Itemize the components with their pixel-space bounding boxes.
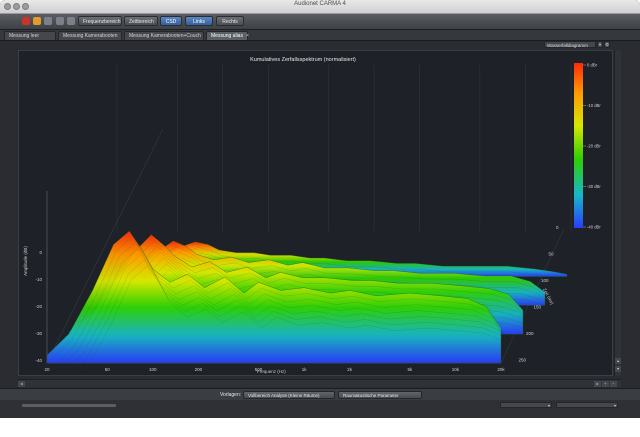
time-tick-label: 250 bbox=[519, 358, 527, 363]
record-icon[interactable] bbox=[22, 17, 30, 25]
title-bar: Audionet CARMA 4 bbox=[0, 0, 640, 14]
y-tick-label: -30 bbox=[35, 331, 42, 336]
scroll-up-icon[interactable]: ▴ bbox=[615, 358, 621, 364]
tab-messung-alias[interactable]: Messung alias × bbox=[206, 31, 249, 40]
y-tick-label: -40 bbox=[35, 358, 42, 363]
close-tab-icon[interactable]: × bbox=[246, 33, 249, 39]
time-tick-label: 0 bbox=[556, 225, 559, 230]
tab-messung-kamerabooten[interactable]: Messung Kamerabooten bbox=[58, 31, 122, 40]
time-tick-label: 100 bbox=[541, 278, 549, 283]
colorbar-tick-label: 0 dBr bbox=[587, 63, 598, 68]
tab-rechts[interactable]: Rechts bbox=[216, 16, 244, 26]
zoom-out-icon[interactable]: − bbox=[610, 381, 617, 387]
toolbar: Frequenzbereich Zeitbereich CSD Links Re… bbox=[0, 14, 640, 30]
app-window: Audionet CARMA 4 Frequenzbereich Zeitber… bbox=[0, 0, 640, 418]
x-tick-label: 20k bbox=[497, 367, 505, 372]
tab-messung-leer[interactable]: Messung leer bbox=[4, 31, 56, 40]
time-tick-label: 50 bbox=[549, 252, 555, 257]
redo-icon[interactable] bbox=[44, 17, 52, 25]
status-select-1[interactable]: ▾ bbox=[500, 402, 552, 408]
waterfall-slice bbox=[46, 230, 502, 364]
tab-messung-kamerabooten-couch[interactable]: Messung Kamerabooten+Couch bbox=[124, 31, 204, 40]
zoom-in-icon[interactable]: + bbox=[602, 381, 609, 387]
chart-title: Kumulatives Zerfallsspektrum (normalisie… bbox=[250, 57, 356, 63]
x-tick-label: 100 bbox=[149, 367, 157, 372]
y-axis-ticks: 0 -10 -20 -30 -40 bbox=[35, 250, 42, 363]
window-title: Audionet CARMA 4 bbox=[294, 1, 346, 7]
x-tick-label: 200 bbox=[195, 367, 203, 372]
x-tick-label: 5k bbox=[408, 367, 414, 372]
progress-track bbox=[22, 404, 116, 407]
status-bar: ▾ ▾ bbox=[0, 400, 640, 418]
x-tick-label: 10k bbox=[452, 367, 460, 372]
tab-zeitbereich[interactable]: Zeitbereich bbox=[124, 16, 158, 26]
colorbar-tick-label: -10 dBr bbox=[587, 103, 601, 108]
help-icon[interactable] bbox=[67, 17, 75, 25]
tab-frequenzbereich[interactable]: Frequenzbereich bbox=[78, 16, 122, 26]
colorbar-tick-label: -20 dBr bbox=[587, 144, 601, 149]
status-select-2[interactable]: ▾ bbox=[556, 402, 618, 408]
x-tick-label: 2k bbox=[347, 367, 353, 372]
colorbar-tick-label: -40 dBr bbox=[587, 225, 601, 230]
y-axis-label: Amplitude (dB) bbox=[23, 246, 28, 276]
x-tick-label: 20 bbox=[44, 367, 50, 372]
scroll-left-icon[interactable]: ◂ bbox=[18, 381, 25, 387]
tab-csd[interactable]: CSD bbox=[160, 16, 182, 26]
template-select-parameters[interactable]: Raumakustische Parameter (Tabelle) bbox=[338, 391, 422, 406]
gear-icon[interactable]: ⚙ bbox=[604, 41, 610, 48]
plot-area[interactable]: Kumulatives Zerfallsspektrum (normalisie… bbox=[18, 50, 613, 376]
colorbar-tick-label: -30 dBr bbox=[587, 184, 601, 189]
x-axis-label: Frequenz (Hz) bbox=[257, 369, 286, 374]
y-tick-label: 0 bbox=[39, 250, 42, 255]
x-tick-label: 1k bbox=[302, 367, 308, 372]
undo-icon[interactable] bbox=[33, 17, 41, 25]
x-tick-label: 50 bbox=[105, 367, 111, 372]
view-type-select[interactable]: Wasserfalldiagramm bbox=[544, 41, 596, 48]
template-select-analysis[interactable]: Vollbereich Analyse (Kleine Räume) bbox=[243, 391, 335, 399]
tab-label: Messung alias bbox=[211, 33, 243, 39]
tab-links[interactable]: Links bbox=[185, 16, 213, 26]
time-tick-label: 150 bbox=[534, 305, 542, 310]
y-tick-label: -10 bbox=[35, 277, 42, 282]
document-tab-bar: Messung leer Messung Kamerabooten Messun… bbox=[0, 30, 640, 41]
settings-icon[interactable] bbox=[56, 17, 64, 25]
colorbar-ticks: 0 dBr -10 dBr -20 dBr -30 dBr -40 dBr bbox=[583, 63, 601, 230]
scroll-right-icon[interactable]: ▸ bbox=[594, 381, 601, 387]
waterfall-chart: Kumulatives Zerfallsspektrum (normalisie… bbox=[23, 57, 601, 374]
vertical-scrollbar[interactable]: ▴ ▾ bbox=[614, 50, 621, 376]
waterfall-surface bbox=[46, 230, 585, 373]
scroll-down-icon[interactable]: ▾ bbox=[615, 366, 621, 372]
time-tick-label: 200 bbox=[526, 331, 534, 336]
template-label: Vorlagen: bbox=[220, 392, 242, 398]
horizontal-scrollbar[interactable]: ◂ ▸ + − bbox=[18, 379, 621, 387]
y-tick-label: -20 bbox=[35, 304, 42, 309]
chevron-down-icon[interactable]: ▾ bbox=[597, 41, 603, 48]
colorbar bbox=[574, 63, 583, 228]
